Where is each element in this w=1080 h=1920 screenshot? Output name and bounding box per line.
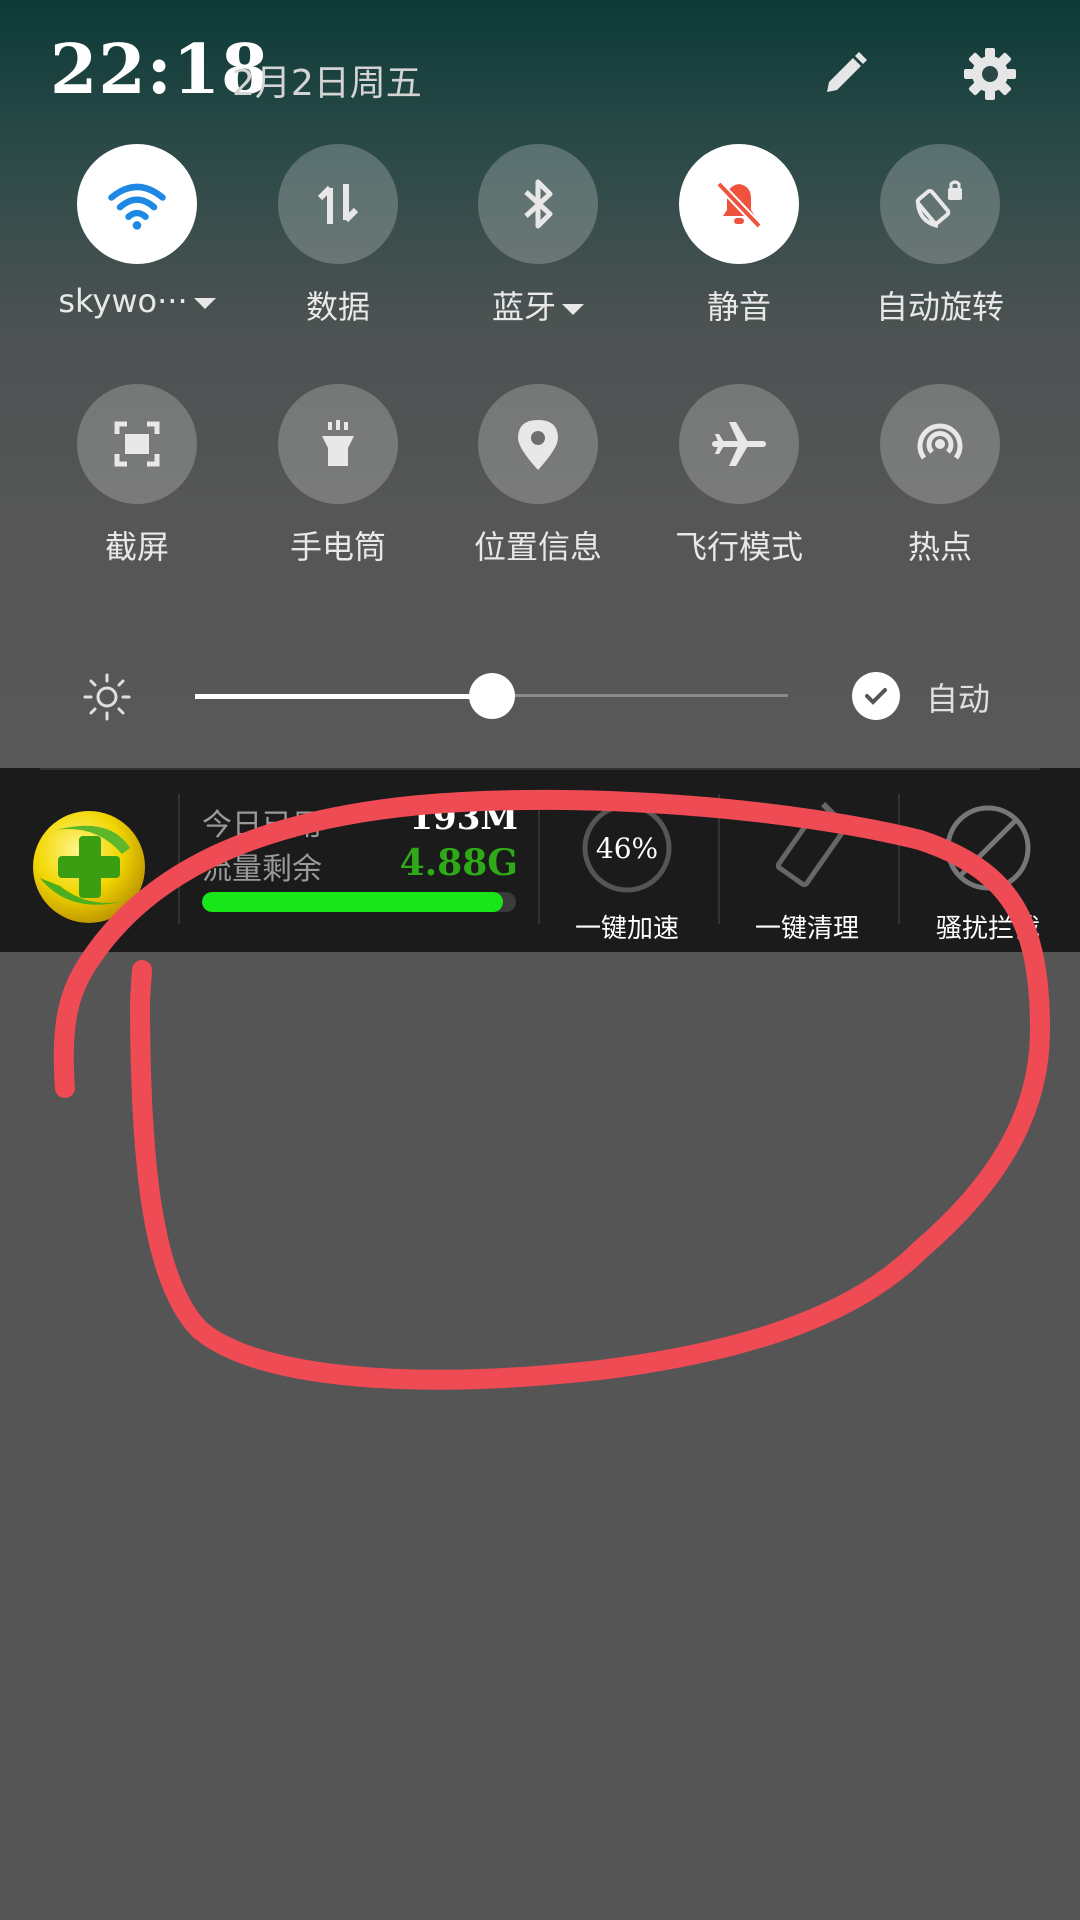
divider	[178, 794, 180, 924]
hotspot-icon	[917, 423, 963, 460]
block-icon	[945, 805, 1031, 891]
quick-settings-panel: 22:18 2月2日周五 skywo··· 数据 蓝牙 静音 自动旋转 截屏 手…	[0, 0, 1080, 768]
remaining-progress-bar	[202, 892, 516, 912]
location-pin-icon	[518, 420, 558, 470]
tile-location[interactable]: 位置信息	[438, 384, 638, 568]
tile-wifi[interactable]: skywo···	[37, 144, 237, 320]
broom-icon	[775, 801, 845, 888]
tile-label: 手电筒	[289, 528, 386, 566]
tile-bluetooth[interactable]: 蓝牙	[438, 144, 638, 328]
tile-data[interactable]: 数据	[238, 144, 438, 328]
bluetooth-toggle[interactable]	[478, 144, 598, 264]
wifi-toggle[interactable]	[77, 144, 197, 264]
tile-label: 蓝牙	[491, 288, 556, 326]
rotate-lock-icon	[915, 180, 962, 228]
brightness-row: 自动	[0, 660, 1080, 730]
checkmark-icon	[865, 688, 887, 705]
brightness-track-filled[interactable]	[195, 694, 492, 699]
traffic-usage[interactable]: 今日已用 193M 流量剩余 4.88G	[200, 798, 520, 930]
speedup-percent: 46%	[596, 832, 658, 865]
tile-label: 飞行模式	[674, 528, 803, 566]
tile-label: 截屏	[104, 528, 169, 566]
tile-label: 静音	[706, 288, 771, 326]
speedup-label: 一键加速	[574, 914, 679, 944]
tile-label: 热点	[907, 528, 972, 566]
clean-button[interactable]: 一键清理	[719, 798, 895, 945]
clean-label: 一键清理	[754, 914, 859, 944]
screenshot-icon	[114, 421, 160, 467]
remaining-progress-fill	[202, 892, 504, 912]
speedup-gauge-icon: 46%	[582, 803, 672, 893]
today-used-label: 今日已用	[202, 808, 322, 843]
settings-gear-icon[interactable]	[960, 44, 1020, 104]
tile-label: 数据	[305, 288, 370, 326]
chevron-down-icon[interactable]	[562, 303, 584, 315]
tile-airplane[interactable]: 飞行模式	[639, 384, 839, 568]
date: 2月2日周五	[232, 63, 422, 104]
auto-brightness-checkbox[interactable]	[852, 672, 900, 720]
airplane-toggle[interactable]	[679, 384, 799, 504]
brightness-sun-icon	[83, 673, 131, 721]
bluetooth-icon	[524, 179, 553, 229]
flashlight-icon	[322, 420, 354, 466]
divider	[40, 768, 1040, 770]
tile-label: 位置信息	[473, 528, 602, 566]
screenshot-toggle[interactable]	[77, 384, 197, 504]
app-logo-icon[interactable]	[30, 808, 148, 926]
speedup-button[interactable]: 46% 一键加速	[539, 798, 715, 945]
today-used-value: 193M	[409, 798, 518, 838]
tile-autorotate[interactable]: 自动旋转	[840, 144, 1040, 328]
data-toggle[interactable]	[278, 144, 398, 264]
tile-label: 自动旋转	[875, 288, 1004, 326]
tile-flashlight[interactable]: 手电筒	[238, 384, 438, 568]
location-toggle[interactable]	[478, 384, 598, 504]
remaining-value: 4.88G	[399, 842, 518, 884]
brightness-slider-thumb[interactable]	[468, 673, 515, 719]
wifi-icon	[108, 183, 166, 230]
chevron-down-icon[interactable]	[193, 297, 216, 309]
block-harassment-button[interactable]: 骚扰拦截	[900, 798, 1076, 945]
block-label: 骚扰拦截	[935, 914, 1040, 944]
brightness-track-empty[interactable]	[491, 694, 788, 697]
auto-brightness-label: 自动	[926, 680, 991, 718]
mute-toggle[interactable]	[679, 144, 799, 264]
flashlight-toggle[interactable]	[278, 384, 398, 504]
bell-off-icon	[716, 181, 762, 229]
remaining-label: 流量剩余	[202, 852, 322, 887]
airplane-icon	[712, 422, 766, 466]
tile-hotspot[interactable]: 热点	[840, 384, 1040, 568]
tile-mute[interactable]: 静音	[639, 144, 839, 328]
autorotate-toggle[interactable]	[880, 144, 1000, 264]
hotspot-toggle[interactable]	[880, 384, 1000, 504]
tile-screenshot[interactable]: 截屏	[37, 384, 237, 568]
edit-pencil-icon[interactable]	[815, 44, 875, 104]
data-transfer-icon	[317, 184, 359, 224]
tile-label: skywo···	[58, 282, 188, 320]
security-widget: 今日已用 193M 流量剩余 4.88G 46% 一键加速 一键清理 骚扰拦截	[0, 768, 1080, 952]
